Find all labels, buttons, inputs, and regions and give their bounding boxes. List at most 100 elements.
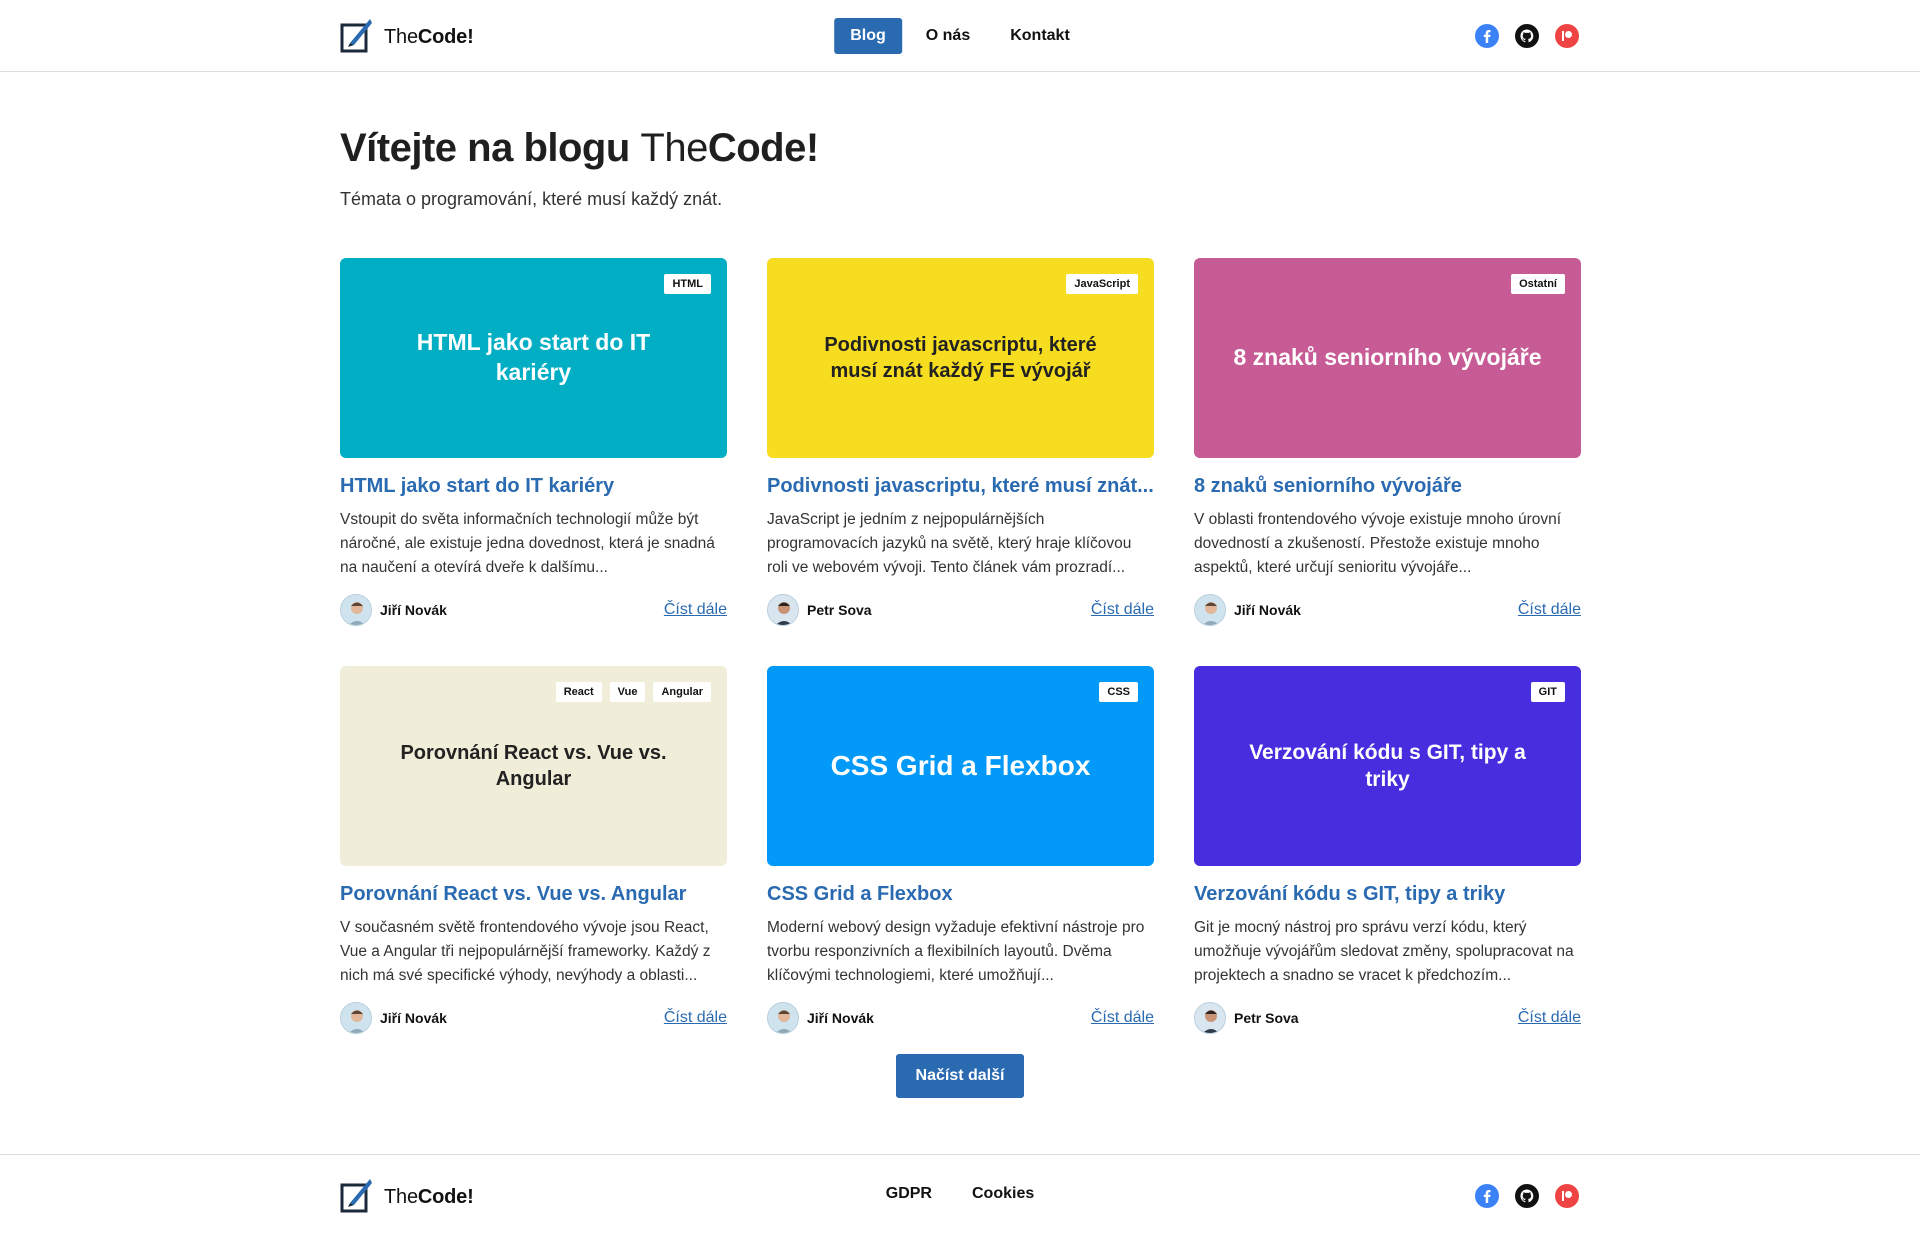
footer-link-gdpr[interactable]: GDPR [886, 1185, 932, 1203]
tag-list: Ostatní [1511, 274, 1565, 294]
footer-link-cookies[interactable]: Cookies [972, 1185, 1034, 1203]
page-title-brand-light: The [640, 126, 708, 170]
github-icon[interactable] [1514, 23, 1540, 49]
post-excerpt: Git je mocný nástroj pro správu verzí kó… [1194, 919, 1574, 984]
tag-list: JavaScript [1066, 274, 1138, 294]
tag-list: CSS [1099, 682, 1138, 702]
author: Petr Sova [767, 594, 872, 626]
post-card: Ostatní 8 znaků seniorního vývojáře 8 zn… [1194, 258, 1581, 626]
post-excerpt: Vstoupit do světa informačních technolog… [340, 511, 715, 576]
logo-icon [340, 1177, 374, 1218]
site-header: TheCode! Blog O nás Kontakt [0, 0, 1920, 72]
logo-text-bold: Code! [417, 26, 474, 48]
tag-list: React Vue Angular [555, 682, 711, 702]
post-footer: Jiří Novák Číst dále [340, 1002, 727, 1034]
read-more-link[interactable]: Číst dále [664, 601, 727, 619]
read-more-link[interactable]: Číst dále [1518, 601, 1581, 619]
thumbnail-title: Verzování kódu s GIT, tipy a triky [1249, 740, 1526, 791]
tag[interactable]: Ostatní [1511, 274, 1565, 294]
post-footer: Jiří Novák Číst dále [767, 1002, 1154, 1034]
logo[interactable]: TheCode! [340, 17, 474, 58]
post-excerpt: V oblasti frontendového vývoje existuje … [1194, 511, 1562, 576]
post-card: HTML HTML jako start do IT kariéry HTML … [340, 258, 727, 626]
author-name: Jiří Novák [1234, 602, 1301, 618]
logo-text-light: The [384, 26, 418, 48]
page-subtitle: Témata o programování, které musí každý … [340, 189, 723, 209]
post-card: CSS CSS Grid a Flexbox CSS Grid a Flexbo… [767, 666, 1154, 1034]
post-card: React Vue Angular Porovnání React vs. Vu… [340, 666, 727, 1034]
page-title: Vítejte na blogu TheCode! [340, 126, 1580, 171]
logo-text: TheCode! [384, 1186, 474, 1209]
avatar [340, 1002, 372, 1034]
load-more-button[interactable]: Načíst další [895, 1054, 1025, 1098]
thumbnail-title: 8 znaků seniorního vývojáře [1233, 344, 1542, 371]
read-more-link[interactable]: Číst dále [664, 1009, 727, 1027]
post-thumbnail[interactable]: CSS CSS Grid a Flexbox [767, 666, 1154, 866]
nav-blog[interactable]: Blog [834, 18, 902, 54]
post-title[interactable]: Podivnosti javascriptu, které musí znát.… [767, 475, 1154, 498]
patreon-icon[interactable] [1554, 1183, 1580, 1209]
nav-about[interactable]: O nás [910, 18, 986, 54]
author-name: Petr Sova [807, 602, 872, 618]
post-footer: Petr Sova Číst dále [767, 594, 1154, 626]
logo-text: TheCode! [384, 26, 474, 49]
site-footer: TheCode! GDPR Cookies [0, 1154, 1920, 1235]
load-more-wrap: Načíst další [0, 1054, 1920, 1098]
read-more-link[interactable]: Číst dále [1091, 1009, 1154, 1027]
author: Jiří Novák [1194, 594, 1301, 626]
post-footer: Jiří Novák Číst dále [340, 594, 727, 626]
post-title[interactable]: Porovnání React vs. Vue vs. Angular [340, 883, 727, 906]
page-title-brand-bold: Code! [707, 126, 819, 170]
post-title[interactable]: Verzování kódu s GIT, tipy a triky [1194, 883, 1581, 906]
author-name: Jiří Novák [807, 1010, 874, 1026]
avatar [1194, 594, 1226, 626]
post-excerpt: JavaScript je jedním z nejpopulárnějších… [767, 511, 1132, 576]
tag[interactable]: GIT [1530, 682, 1565, 702]
post-thumbnail[interactable]: HTML HTML jako start do IT kariéry [340, 258, 727, 458]
tag-list: HTML [664, 274, 711, 294]
posts-grid: HTML HTML jako start do IT kariéry HTML … [340, 258, 1581, 1034]
footer-logo[interactable]: TheCode! [340, 1177, 474, 1218]
post-title[interactable]: HTML jako start do IT kariéry [340, 475, 727, 498]
thumbnail-title: CSS Grid a Flexbox [830, 749, 1091, 781]
hero: Vítejte na blogu TheCode! Témata o progr… [340, 72, 1580, 210]
main-nav: Blog O nás Kontakt [834, 18, 1086, 54]
author: Jiří Novák [767, 1002, 874, 1034]
page-title-main: Vítejte na blogu [340, 126, 630, 170]
tag[interactable]: Vue [609, 682, 646, 702]
post-thumbnail[interactable]: JavaScript Podivnosti javascriptu, které… [767, 258, 1154, 458]
thumbnail-title: HTML jako start do IT kariéry [416, 329, 651, 385]
facebook-icon[interactable] [1474, 1183, 1500, 1209]
avatar [767, 1002, 799, 1034]
read-more-link[interactable]: Číst dále [1518, 1009, 1581, 1027]
author-name: Jiří Novák [380, 1010, 447, 1026]
avatar [1194, 1002, 1226, 1034]
tag-list: GIT [1530, 682, 1565, 702]
tag[interactable]: CSS [1099, 682, 1138, 702]
patreon-icon[interactable] [1554, 23, 1580, 49]
post-excerpt: V současném světě frontendového vývoje j… [340, 919, 711, 984]
logo-text-bold: Code! [417, 1186, 474, 1208]
post-thumbnail[interactable]: React Vue Angular Porovnání React vs. Vu… [340, 666, 727, 866]
post-excerpt: Moderní webový design vyžaduje efektivní… [767, 919, 1145, 984]
post-title[interactable]: 8 znaků seniorního vývojáře [1194, 475, 1581, 498]
author-name: Jiří Novák [380, 602, 447, 618]
tag[interactable]: React [555, 682, 602, 702]
read-more-link[interactable]: Číst dále [1091, 601, 1154, 619]
facebook-icon[interactable] [1474, 23, 1500, 49]
post-title[interactable]: CSS Grid a Flexbox [767, 883, 1154, 906]
tag[interactable]: JavaScript [1066, 274, 1138, 294]
post-thumbnail[interactable]: GIT Verzování kódu s GIT, tipy a triky [1194, 666, 1581, 866]
github-icon[interactable] [1514, 1183, 1540, 1209]
post-thumbnail[interactable]: Ostatní 8 znaků seniorního vývojáře [1194, 258, 1581, 458]
logo-text-light: The [384, 1186, 418, 1208]
header-socials [1474, 23, 1580, 49]
thumbnail-title: Podivnosti javascriptu, které musí znát … [824, 334, 1097, 382]
footer-socials [1474, 1183, 1580, 1209]
post-card: GIT Verzování kódu s GIT, tipy a triky V… [1194, 666, 1581, 1034]
nav-contact[interactable]: Kontakt [994, 18, 1086, 54]
author: Jiří Novák [340, 1002, 447, 1034]
tag[interactable]: Angular [653, 682, 711, 702]
post-footer: Jiří Novák Číst dále [1194, 594, 1581, 626]
tag[interactable]: HTML [664, 274, 711, 294]
